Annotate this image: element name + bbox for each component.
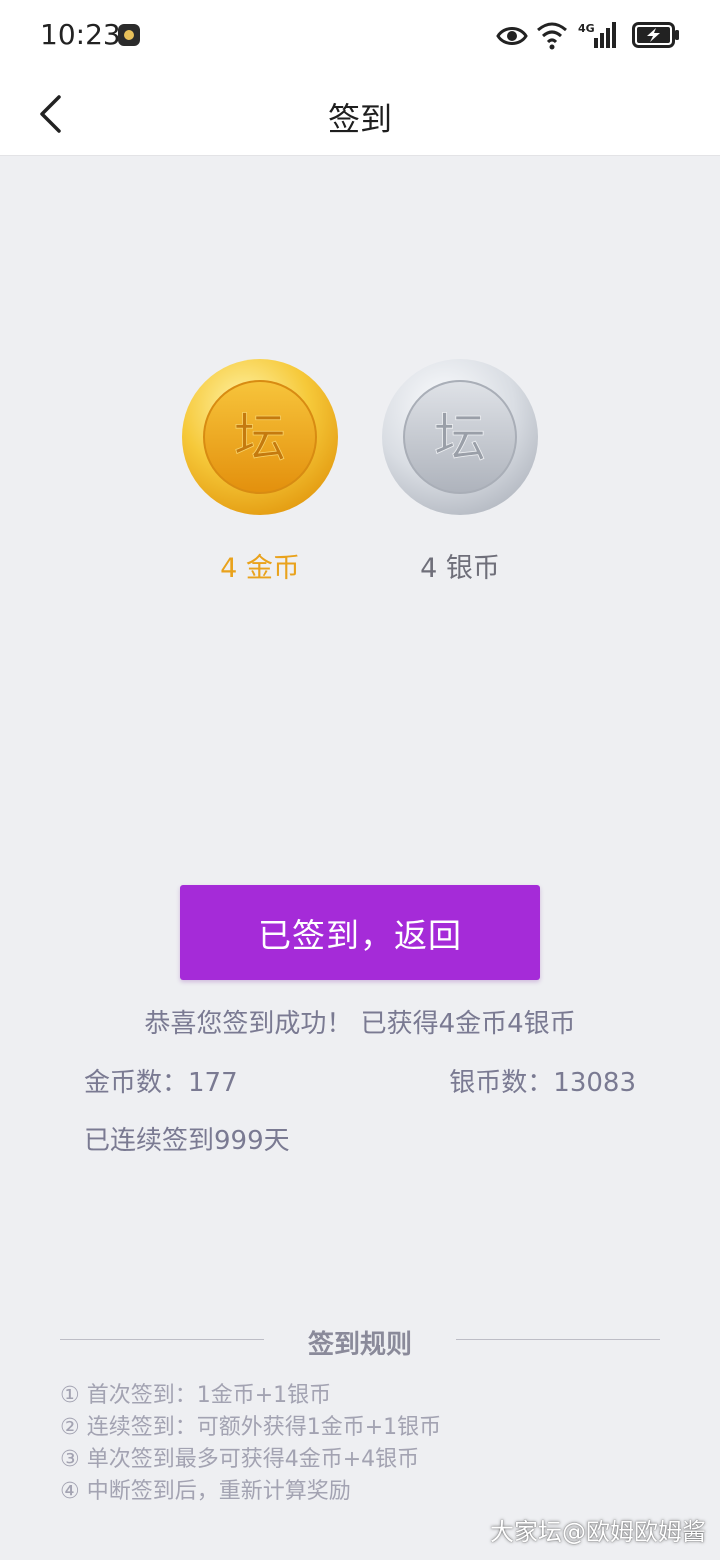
rule-item: ③ 单次签到最多可获得4金币+4银币 (60, 1447, 420, 1472)
battery-charging-icon (632, 22, 679, 48)
rule-item: ② 连续签到：可额外获得1金币+1银币 (60, 1415, 442, 1440)
gold-coin-icon: 坛 (182, 359, 338, 515)
silver-coin-glyph: 坛 (434, 409, 486, 469)
gold-coin-glyph: 坛 (234, 409, 286, 469)
gold-total: 金币数：177 (84, 1068, 238, 1098)
silver-total: 银币数：13083 (449, 1068, 636, 1098)
silver-reward-label: 4 银币 (420, 553, 500, 584)
network-label: 4G (578, 22, 595, 35)
app-notification-icon (118, 24, 140, 46)
rules-divider-right (456, 1339, 660, 1340)
silver-coin-icon: 坛 (382, 359, 538, 515)
rules-list: ① 首次签到：1金币+1银币 ② 连续签到：可额外获得1金币+1银币 ③ 单次签… (60, 1380, 441, 1508)
status-time: 10:23 (40, 18, 121, 51)
app-header: 签到 (0, 72, 720, 156)
wifi-icon (537, 22, 567, 50)
status-bar: 10:23 4G (0, 0, 720, 72)
eye-icon (496, 27, 528, 45)
rules-title: 签到规则 (307, 1330, 412, 1360)
signed-in-return-button[interactable]: 已签到，返回 (180, 885, 540, 980)
success-message: 恭喜您签到成功！ 已获得4金币4银币 (144, 1009, 576, 1039)
watermark: 大家坛@欧姆欧姆酱 (490, 1518, 706, 1546)
rule-item: ① 首次签到：1金币+1银币 (60, 1383, 332, 1408)
gold-reward-label: 4 金币 (220, 553, 300, 584)
streak-days: 已连续签到999天 (84, 1126, 290, 1156)
page-title: 签到 (327, 100, 392, 138)
rule-item: ④ 中断签到后，重新计算奖励 (60, 1479, 351, 1504)
signal-4g-icon: 4G (578, 22, 616, 48)
